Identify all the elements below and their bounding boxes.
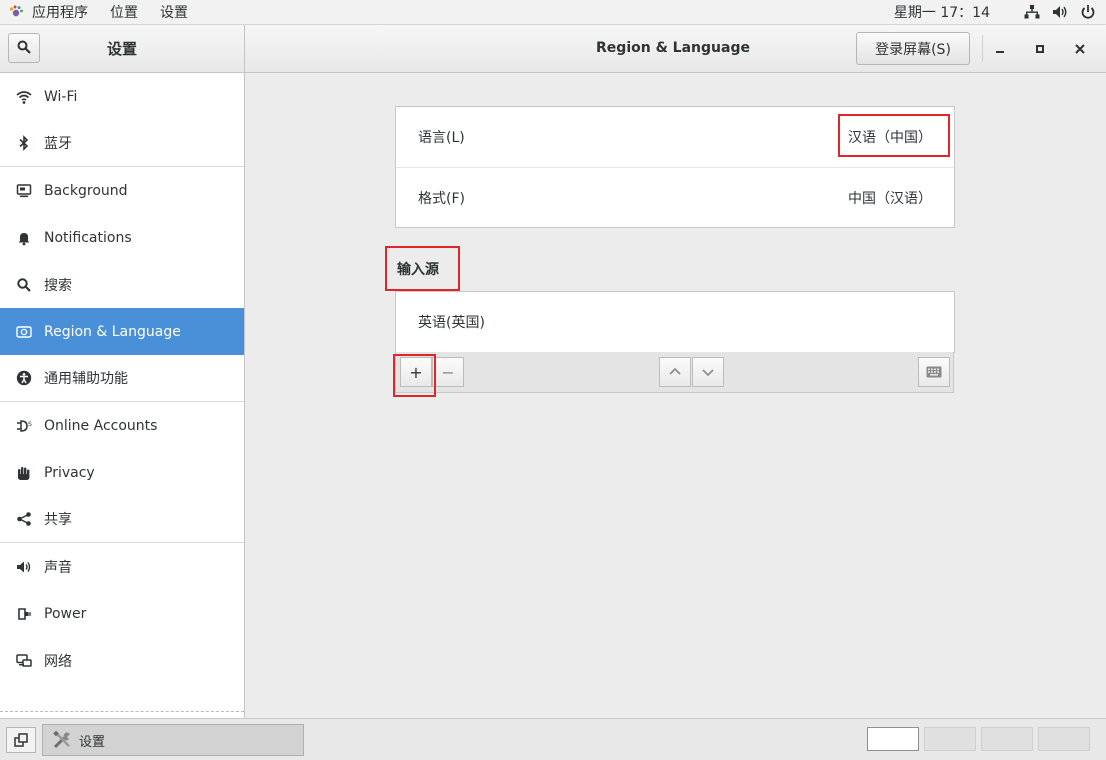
sidebar-item-label: Online Accounts [44, 417, 158, 434]
keyboard-icon [926, 366, 942, 378]
sidebar-item-label: 通用辅助功能 [44, 371, 128, 387]
bluetooth-icon [16, 135, 32, 151]
show-desktop-icon [14, 733, 28, 747]
page-title: Region & Language [596, 40, 750, 56]
search-icon [17, 39, 31, 58]
move-up-button[interactable] [659, 357, 691, 387]
remove-icon: − [441, 362, 455, 382]
input-source-item[interactable]: 英语(英国) [396, 292, 954, 352]
sidebar-item-online-accounts[interactable]: S Online Accounts [0, 402, 244, 449]
taskbar-settings-label: 设置 [79, 734, 106, 750]
close-button[interactable] [1070, 39, 1090, 59]
chevron-up-icon [669, 367, 681, 375]
sidebar-item-bluetooth[interactable]: 蓝牙 [0, 120, 244, 167]
minimize-button[interactable] [990, 39, 1010, 59]
taskbar-settings-window[interactable]: 设置 [42, 724, 304, 756]
language-label: 语言(L) [418, 130, 465, 146]
sidebar-title: 设置 [106, 40, 137, 58]
sidebar-item-background[interactable]: Background [0, 167, 244, 214]
input-sources-toolbar: + − [395, 352, 954, 393]
region-language-panel: 语言(L) 汉语（中国） 格式(F) 中国（汉语） 输入源 英语(英国) + − [245, 73, 1106, 718]
maximize-button[interactable] [1030, 39, 1050, 59]
sidebar-scroll-edge [0, 711, 244, 718]
add-button-highlight-box [393, 354, 436, 397]
chevron-down-icon [702, 369, 714, 377]
formats-value: 中国（汉语） [848, 191, 932, 207]
sidebar-item-label: Notifications [44, 229, 132, 246]
sidebar-item-region-language[interactable]: Region & Language [0, 308, 244, 355]
sidebar-item-label: Region & Language [44, 323, 181, 340]
bottom-taskbar: 设置 [0, 718, 1106, 760]
sidebar-item-label: Power [44, 605, 87, 622]
sidebar-item-network[interactable]: 网络 [0, 637, 244, 684]
header-separator [982, 35, 983, 62]
workspace-3[interactable] [981, 727, 1033, 751]
sidebar-item-accessibility[interactable]: 通用辅助功能 [0, 355, 244, 402]
sidebar-item-sharing[interactable]: 共享 [0, 496, 244, 543]
wifi-icon [16, 89, 32, 105]
sidebar-item-notifications[interactable]: Notifications [0, 214, 244, 261]
bell-icon [16, 230, 32, 246]
window-headerbar: 设置 Region & Language 登录屏幕(S) [0, 25, 1106, 73]
applications-menu[interactable]: 应用程序 [0, 2, 110, 22]
keyboard-layout-button[interactable] [918, 357, 950, 387]
language-highlight-box [838, 114, 950, 157]
input-sources-list: 英语(英国) [395, 291, 955, 353]
online-accounts-icon: S [16, 418, 32, 434]
workspace-1[interactable] [867, 727, 919, 751]
remove-input-source-button[interactable]: − [432, 357, 464, 387]
sidebar-item-wifi[interactable]: Wi-Fi [0, 73, 244, 120]
sidebar-item-sound[interactable]: 声音 [0, 543, 244, 590]
sidebar-item-power[interactable]: Power [0, 590, 244, 637]
region-icon [16, 324, 32, 340]
settings-sidebar: Wi-Fi 蓝牙 Background Notifications 搜索 Reg… [0, 73, 245, 718]
clock[interactable]: 星期一 17：14 [894, 2, 990, 22]
sidebar-item-label: 网络 [44, 653, 72, 670]
network-wired-icon[interactable] [1024, 4, 1040, 20]
privacy-hand-icon [16, 465, 32, 481]
formats-label: 格式(F) [418, 191, 465, 207]
sidebar-item-label: 蓝牙 [44, 136, 72, 152]
top-bar: 应用程序 位置 设置 星期一 17：14 [0, 0, 1106, 25]
svg-text:S: S [28, 421, 32, 428]
login-screen-button[interactable]: 登录屏幕(S) [856, 32, 970, 65]
search-icon [16, 277, 32, 293]
sidebar-item-label: Wi-Fi [44, 88, 78, 105]
close-icon [1075, 44, 1085, 54]
power-plug-icon [16, 606, 32, 622]
input-sources-highlight-box [385, 246, 460, 291]
workspace-2[interactable] [924, 727, 976, 751]
search-button[interactable] [8, 33, 40, 63]
volume-icon[interactable] [1052, 4, 1068, 20]
gnome-foot-icon [8, 4, 24, 20]
sidebar-item-label: 搜索 [44, 277, 72, 294]
move-down-button[interactable] [692, 357, 724, 387]
accessibility-icon [16, 370, 32, 386]
sidebar-item-privacy[interactable]: Privacy [0, 449, 244, 496]
menu-settings[interactable]: 设置 [160, 2, 188, 22]
sidebar-header: 设置 [0, 25, 245, 72]
workspace-4[interactable] [1038, 727, 1090, 751]
network-icon [16, 653, 32, 669]
maximize-icon [1036, 45, 1044, 53]
sound-icon [16, 559, 32, 575]
sidebar-item-label: Background [44, 182, 128, 199]
power-icon[interactable] [1080, 4, 1096, 20]
sidebar-item-label: 共享 [44, 512, 72, 528]
formats-row[interactable]: 格式(F) 中国（汉语） [396, 168, 954, 228]
menu-applications[interactable]: 应用程序 [32, 2, 88, 22]
settings-tools-icon [51, 729, 73, 751]
sidebar-item-label: Privacy [44, 464, 95, 481]
minimize-icon [996, 51, 1004, 53]
share-icon [16, 511, 32, 527]
input-source-label: 英语(英国) [418, 315, 485, 331]
sidebar-item-label: 声音 [44, 559, 72, 576]
menu-places[interactable]: 位置 [110, 2, 138, 22]
show-desktop-button[interactable] [6, 727, 36, 753]
background-icon [16, 183, 32, 199]
sidebar-item-search[interactable]: 搜索 [0, 261, 244, 308]
